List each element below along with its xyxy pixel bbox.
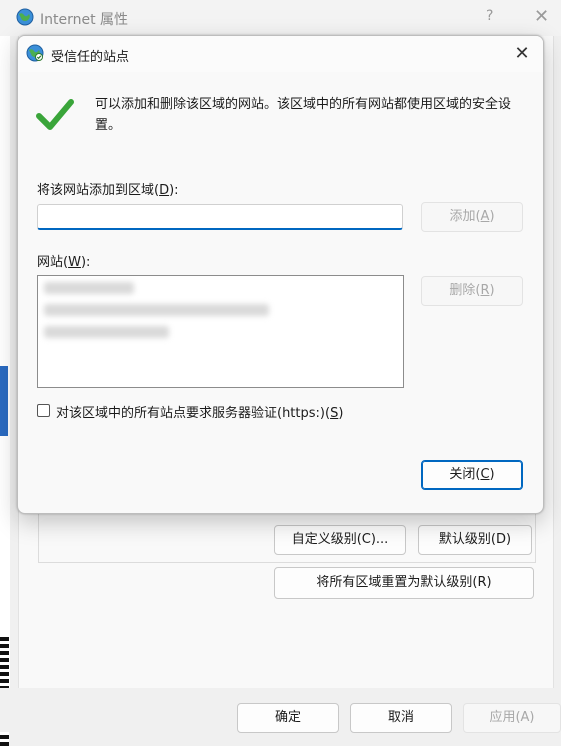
help-button[interactable]: ? — [486, 8, 493, 24]
add-site-label: 将该网站添加到区域(D): — [37, 183, 179, 198]
dialog-titlebar: 受信任的站点 ✕ — [18, 36, 543, 72]
close-button[interactable]: 关闭(C) — [421, 460, 523, 490]
cancel-button[interactable]: 取消 — [350, 703, 452, 733]
background-titlebar: Internet 属性 ? ✕ — [0, 0, 561, 36]
list-item[interactable] — [38, 276, 403, 300]
remove-button[interactable]: 删除(R) — [421, 276, 523, 306]
background-close-button[interactable]: ✕ — [534, 6, 549, 27]
list-item[interactable] — [38, 324, 403, 348]
trusted-sites-dialog: 受信任的站点 ✕ 可以添加和删除该区域的网站。该区域中的所有网站都使用区域的安全… — [17, 35, 544, 514]
checkmark-icon — [36, 99, 74, 130]
https-checkbox-label[interactable]: 对该区域中的所有站点要求服务器验证(https:)(S) — [56, 402, 343, 421]
default-level-button[interactable]: 默认级别(D) — [418, 525, 532, 555]
list-item[interactable] — [38, 300, 403, 324]
zone-info-text: 可以添加和删除该区域的网站。该区域中的所有网站都使用区域的安全设置。 — [95, 97, 512, 133]
sites-listbox[interactable] — [37, 275, 404, 388]
globe-icon — [16, 8, 34, 26]
add-site-input[interactable] — [37, 204, 403, 230]
ok-button[interactable]: 确定 — [237, 703, 339, 733]
background-window-title: Internet 属性 — [40, 12, 129, 28]
dialog-title: 受信任的站点 — [51, 50, 130, 65]
add-button[interactable]: 添加(A) — [421, 202, 523, 232]
custom-level-button[interactable]: 自定义级别(C)... — [274, 525, 406, 555]
reset-all-zones-button[interactable]: 将所有区域重置为默认级别(R) — [274, 567, 534, 599]
left-edge-strip — [0, 36, 10, 746]
apply-button[interactable]: 应用(A) — [463, 703, 561, 733]
left-edge-blue-block — [0, 366, 8, 436]
globe-icon — [26, 44, 44, 62]
sites-label: 网站(W): — [37, 255, 91, 270]
dialog-close-button[interactable]: ✕ — [508, 40, 536, 68]
https-checkbox[interactable] — [37, 404, 50, 417]
